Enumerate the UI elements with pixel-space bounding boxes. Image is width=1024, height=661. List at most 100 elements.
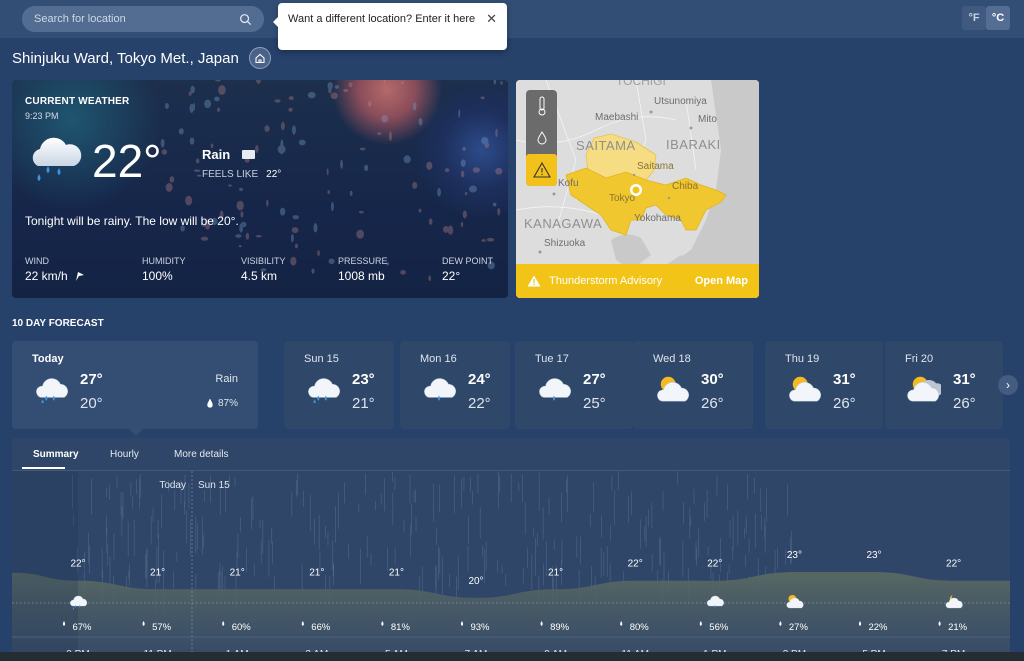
raindrop bbox=[288, 107, 293, 112]
forecast-day-card[interactable]: Today 27° 20° Rain 💧 87% bbox=[12, 341, 258, 436]
details-tabs: Summary Hourly More details bbox=[12, 438, 1010, 471]
stat-label: PRESSURE bbox=[338, 256, 388, 266]
map-label: SAITAMA bbox=[576, 138, 636, 153]
partly-sunny-icon bbox=[655, 373, 689, 403]
feels-like-value: 22° bbox=[266, 169, 282, 180]
raindrop bbox=[486, 237, 495, 242]
raindrop bbox=[279, 207, 286, 216]
tab-more-details[interactable]: More details bbox=[174, 449, 228, 460]
fahrenheit-button[interactable]: °F bbox=[962, 6, 986, 30]
day-marker-sun-15: Sun 15 bbox=[198, 480, 230, 491]
raindrop bbox=[217, 107, 221, 112]
weather-stats: WIND 22 km/h HUMIDITY 100% VISIBILITY 4.… bbox=[25, 256, 495, 288]
precip-label: 27% bbox=[789, 622, 809, 633]
raindrop bbox=[480, 96, 485, 100]
raindrop bbox=[481, 239, 486, 242]
celsius-button[interactable]: °C bbox=[986, 6, 1010, 30]
severe-weather-layer-button[interactable] bbox=[526, 154, 557, 186]
weather-summary: Tonight will be rainy. The low will be 2… bbox=[25, 214, 239, 228]
raindrop bbox=[214, 96, 220, 102]
map-label: Kofu bbox=[558, 178, 579, 189]
temperature-label: 22° bbox=[707, 559, 722, 570]
location-tooltip: Want a different location? Enter it here… bbox=[273, 3, 507, 50]
raindrop bbox=[495, 167, 503, 175]
forecast-day-card[interactable]: Fri 20 31° 26° bbox=[885, 341, 1003, 429]
temperature-layer-button[interactable] bbox=[526, 90, 557, 122]
raindrop bbox=[161, 149, 168, 155]
day-high-temp: 27° bbox=[80, 371, 103, 388]
advisory-banner[interactable]: Thunderstorm Advisory Open Map bbox=[516, 264, 759, 298]
raindrop bbox=[500, 80, 503, 85]
tab-summary[interactable]: Summary bbox=[33, 449, 79, 460]
day-low-temp: 26° bbox=[953, 395, 976, 412]
raindrop bbox=[193, 169, 201, 172]
raindrop bbox=[164, 102, 169, 110]
rain-cloud-icon bbox=[34, 373, 68, 405]
temperature-label: 21° bbox=[230, 567, 245, 578]
raindrop bbox=[348, 82, 353, 88]
stat-humidity: HUMIDITY 100% bbox=[142, 256, 186, 283]
map-label: KANAGAWA bbox=[524, 216, 603, 231]
stat-label: DEW POINT bbox=[442, 256, 493, 266]
raindrop bbox=[238, 244, 242, 248]
raindrop bbox=[195, 158, 200, 164]
raindrop bbox=[235, 234, 242, 238]
stat-value: 4.5 km bbox=[241, 269, 278, 283]
raindrop bbox=[266, 199, 269, 207]
close-icon[interactable]: ✕ bbox=[486, 11, 497, 27]
raindrop bbox=[469, 185, 477, 193]
weather-map-card[interactable]: TOCHIGI Utsunomiya Maebashi Mito SAITAMA… bbox=[516, 80, 759, 298]
raindrop bbox=[330, 201, 334, 212]
forecast-day-card[interactable]: Mon 16 24° 22° bbox=[400, 341, 510, 429]
raindrop bbox=[165, 183, 173, 192]
temperature-label: 21° bbox=[389, 567, 404, 578]
stat-label: HUMIDITY bbox=[142, 256, 186, 266]
raindrop bbox=[255, 234, 262, 238]
raindrop bbox=[359, 147, 366, 151]
day-high-temp: 24° bbox=[468, 371, 491, 388]
raindrop bbox=[418, 117, 423, 126]
map-label: Shizuoka bbox=[544, 238, 586, 249]
notes-icon[interactable] bbox=[242, 150, 256, 159]
search-icon[interactable] bbox=[239, 13, 252, 26]
temperature-label: 22° bbox=[70, 559, 85, 570]
raindrop bbox=[292, 125, 296, 135]
next-days-button[interactable]: › bbox=[998, 375, 1018, 395]
raindrop bbox=[200, 236, 209, 241]
forecast-day-card[interactable]: Tue 17 27° 25° bbox=[515, 341, 633, 429]
light-rain-icon bbox=[422, 373, 456, 403]
stat-value: 22° bbox=[442, 269, 461, 283]
temperature-label: 21° bbox=[150, 567, 165, 578]
forecast-day-card[interactable]: Wed 18 30° 26° bbox=[633, 341, 753, 429]
forecast-day-card[interactable]: Thu 19 31° 26° bbox=[765, 341, 883, 429]
home-button[interactable] bbox=[248, 47, 271, 69]
precip-label: 66% bbox=[311, 622, 331, 633]
current-weather-card[interactable]: CURRENT WEATHER 9:23 PM 22° Rain FEELS L… bbox=[12, 80, 508, 298]
raindrop bbox=[400, 81, 405, 85]
day-marker-today: Today bbox=[159, 480, 186, 491]
condition-text: Rain bbox=[202, 147, 231, 162]
raindrop bbox=[189, 137, 195, 145]
location-name: Shinjuku Ward, Tokyo Met., Japan bbox=[12, 49, 239, 67]
map-label: Saitama bbox=[637, 161, 674, 172]
raindrop bbox=[236, 200, 244, 211]
map-label: Utsunomiya bbox=[654, 96, 707, 107]
raindrop bbox=[239, 187, 244, 192]
temperature-label: 22° bbox=[946, 559, 961, 570]
day-name: Wed 18 bbox=[653, 353, 691, 365]
tab-hourly[interactable]: Hourly bbox=[110, 449, 139, 460]
raindrop bbox=[464, 192, 468, 196]
day-low-temp: 20° bbox=[80, 395, 103, 412]
precip-label: 80% bbox=[630, 622, 650, 633]
stat-value: 1008 mb bbox=[338, 269, 385, 283]
raindrop bbox=[192, 102, 195, 111]
day-low-temp: 22° bbox=[468, 395, 491, 412]
top-bar: Search for location °F °C bbox=[0, 0, 1024, 38]
search-input[interactable]: Search for location bbox=[22, 6, 264, 32]
raindrop bbox=[240, 211, 244, 218]
precipitation-layer-button[interactable] bbox=[526, 122, 557, 154]
map-label: Maebashi bbox=[595, 112, 639, 123]
forecast-day-card[interactable]: Sun 15 23° 21° bbox=[284, 341, 394, 429]
open-map-button[interactable]: Open Map bbox=[695, 275, 748, 287]
advisory-text: Thunderstorm Advisory bbox=[549, 275, 663, 287]
